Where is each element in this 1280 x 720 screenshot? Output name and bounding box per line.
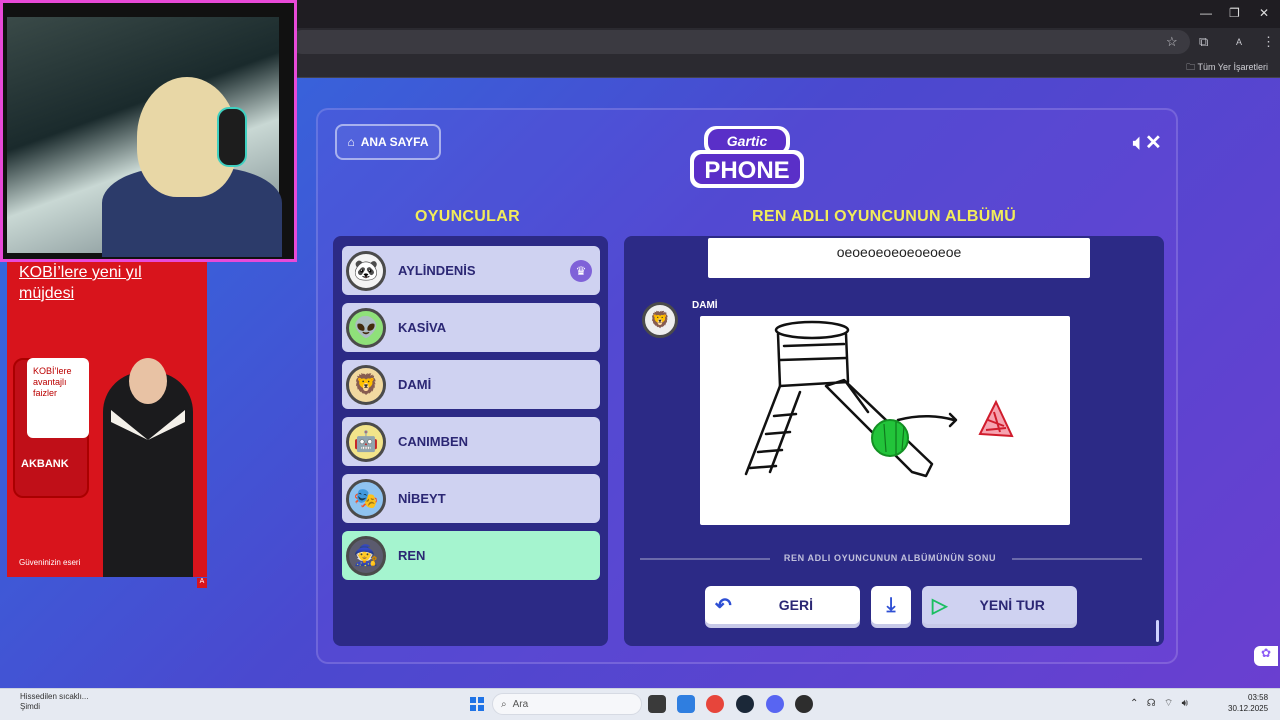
chrome-icon[interactable] bbox=[706, 695, 724, 713]
weather-text: Hissedilen sıcaklı... bbox=[20, 692, 89, 701]
player-avatar: 🐼 bbox=[346, 250, 386, 291]
player-name: REN bbox=[398, 548, 426, 563]
ad-mark[interactable]: A bbox=[197, 578, 207, 588]
ad-banner[interactable]: KOBİ’lere yeni yıl müjdesi KOBİ’lere ava… bbox=[7, 262, 207, 577]
player-name: KASİVA bbox=[398, 320, 447, 335]
player-row: 🐼 AYLİNDENİS ♛ bbox=[342, 246, 600, 295]
taskbar-search[interactable]: ⌕ Ara bbox=[492, 693, 642, 715]
new-round-button-label: YENİ TUR bbox=[979, 597, 1045, 613]
download-icon: ⤓ bbox=[886, 593, 896, 616]
weather-widget[interactable]: Hissedilen sıcaklı... Şimdi bbox=[20, 692, 88, 712]
task-view-icon[interactable] bbox=[648, 695, 666, 713]
player-avatar: 🎭 bbox=[346, 478, 386, 519]
player-name: CANIMBEN bbox=[398, 434, 469, 449]
clock-time: 03:58 bbox=[1248, 693, 1269, 702]
player-avatar: 👽 bbox=[346, 307, 386, 348]
crown-icon: ♛ bbox=[570, 260, 592, 282]
all-bookmarks-label: Tüm Yer İşaretleri bbox=[1197, 62, 1268, 72]
taskbar-clock[interactable]: 03:58 30.12.2025 bbox=[1228, 692, 1268, 714]
maximize-icon[interactable]: ❐ bbox=[1229, 6, 1240, 20]
webcam-overlay bbox=[0, 0, 297, 262]
home-button[interactable]: ⌂ ANA SAYFA bbox=[335, 124, 441, 160]
ad-card-line1: KOBİ’lere bbox=[33, 366, 72, 376]
player-row: 🎭 NİBEYT bbox=[342, 474, 600, 523]
ad-brand: AKBANK bbox=[21, 458, 69, 470]
download-button[interactable]: ⤓ bbox=[871, 586, 911, 624]
ad-footer: Güveninizin eseri bbox=[19, 558, 81, 567]
all-bookmarks-button[interactable]: 🗀 Tüm Yer İşaretleri bbox=[1186, 60, 1268, 76]
ad-title: KOBİ’lere yeni yıl müjdesi bbox=[19, 262, 142, 304]
player-row-active: 🧙 REN bbox=[342, 531, 600, 580]
search-placeholder: Ara bbox=[512, 698, 529, 710]
close-icon[interactable]: ✕ bbox=[1259, 6, 1269, 20]
ad-title-line1: KOBİ’lere yeni yıl bbox=[19, 264, 142, 281]
logo-bottom-text: PHONE bbox=[704, 157, 789, 184]
album-end-text: REN ADLI OYUNCUNUN ALBÜMÜNÜN SONU bbox=[783, 553, 997, 563]
menu-icon[interactable]: ⋮ bbox=[1262, 34, 1275, 50]
players-title: OYUNCULAR bbox=[415, 208, 520, 225]
phrase-text: oeoeoeoeoeoeoeoe bbox=[836, 244, 962, 260]
back-button[interactable]: ↶ GERİ bbox=[705, 586, 860, 624]
home-icon: ⌂ bbox=[347, 135, 355, 149]
windows-start-icon[interactable] bbox=[470, 697, 484, 711]
album-title: REN ADLI OYUNCUNUN ALBÜMÜ bbox=[752, 208, 1017, 225]
player-avatar: 🤖 bbox=[346, 421, 386, 462]
ad-title-line2: müjdesi bbox=[19, 285, 75, 302]
ad-card-line3: faizler bbox=[33, 388, 58, 398]
logo-top-text: Gartic bbox=[727, 133, 768, 149]
player-row: 👽 KASİVA bbox=[342, 303, 600, 352]
player-name: DAMİ bbox=[398, 377, 432, 392]
address-bar[interactable] bbox=[290, 30, 1190, 54]
back-arrow-icon: ↶ bbox=[715, 594, 732, 617]
extensions-icon[interactable]: ⧉ bbox=[1199, 34, 1208, 50]
weather-subtext: Şimdi bbox=[20, 702, 41, 711]
side-extension-icon[interactable]: ✿ bbox=[1254, 646, 1278, 666]
drawing-canvas bbox=[700, 316, 1070, 525]
back-button-label: GERİ bbox=[778, 597, 813, 613]
ad-card: KOBİ’lere avantajlı faizler bbox=[27, 358, 89, 438]
star-icon[interactable]: ☆ bbox=[1166, 34, 1178, 50]
discord-icon[interactable] bbox=[766, 695, 784, 713]
drawer-name: DAMİ bbox=[692, 300, 718, 311]
player-avatar: 🦁 bbox=[346, 364, 386, 405]
store-icon[interactable] bbox=[677, 695, 695, 713]
drawer-avatar: 🦁 bbox=[642, 302, 678, 338]
gartic-phone-logo: Gartic PHONE bbox=[690, 126, 804, 188]
steam-icon[interactable] bbox=[736, 695, 754, 713]
ad-card-line2: avantajlı bbox=[33, 377, 67, 387]
phrase-card: oeoeoeoeoeoeoeoe bbox=[708, 238, 1090, 278]
webcam-feed bbox=[7, 17, 282, 257]
player-name: NİBEYT bbox=[398, 491, 446, 506]
obs-icon[interactable] bbox=[795, 695, 813, 713]
player-name: AYLİNDENİS bbox=[398, 263, 476, 278]
player-row: 🦁 DAMİ bbox=[342, 360, 600, 409]
folder-icon: 🗀 bbox=[1186, 62, 1196, 72]
play-icon: ▷ bbox=[932, 594, 948, 617]
new-round-button[interactable]: ▷ YENİ TUR bbox=[922, 586, 1077, 624]
player-row: 🤖 CANIMBEN bbox=[342, 417, 600, 466]
home-button-label: ANA SAYFA bbox=[360, 135, 429, 149]
headset-icon bbox=[217, 107, 247, 167]
system-tray[interactable]: ⌃ ☊ ⌔ 🔊︎ bbox=[1130, 697, 1188, 710]
mute-icon[interactable]: 🔈︎✕ bbox=[1133, 130, 1162, 155]
clock-date: 30.12.2025 bbox=[1228, 704, 1269, 713]
minimize-icon[interactable]: — bbox=[1200, 6, 1212, 20]
ad-model-face bbox=[129, 358, 167, 404]
player-avatar: 🧙 bbox=[346, 535, 386, 576]
album-scrollbar[interactable] bbox=[1156, 620, 1159, 642]
profile-avatar[interactable]: A bbox=[1236, 37, 1242, 47]
search-icon: ⌕ bbox=[501, 698, 507, 710]
